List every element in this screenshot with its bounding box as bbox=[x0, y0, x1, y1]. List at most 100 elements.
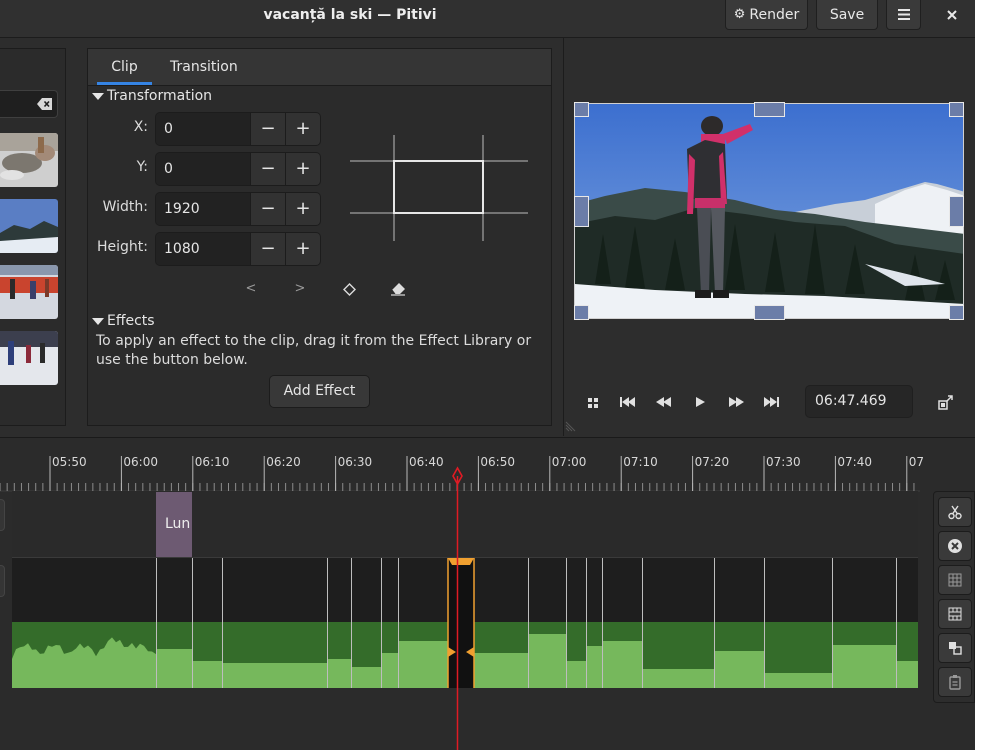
x-increment-button[interactable]: + bbox=[285, 113, 320, 145]
edge-handle[interactable] bbox=[754, 305, 785, 320]
clip-tabs: Clip Transition bbox=[88, 49, 551, 86]
ruler-tick-label: 07 bbox=[908, 455, 925, 469]
height-input[interactable]: 1080 bbox=[156, 233, 250, 265]
close-window-button[interactable] bbox=[936, 0, 968, 30]
paste-button[interactable] bbox=[938, 667, 972, 697]
paste-icon bbox=[949, 675, 961, 690]
window-title: vacanță la ski — Pitivi bbox=[263, 7, 437, 23]
edge-handle[interactable] bbox=[754, 102, 785, 117]
playhead[interactable] bbox=[449, 466, 466, 750]
clear-search-icon[interactable] bbox=[37, 97, 53, 111]
media-thumbnail[interactable] bbox=[0, 133, 58, 187]
layer-controls[interactable] bbox=[0, 499, 5, 531]
clip-properties-panel: Clip Transition Transformation X: 0 − + … bbox=[87, 48, 552, 426]
rewind-icon[interactable] bbox=[654, 393, 674, 411]
corner-handle[interactable] bbox=[949, 102, 964, 117]
transformation-heading: Transformation bbox=[107, 88, 213, 104]
group-button[interactable] bbox=[938, 599, 972, 629]
corner-handle[interactable] bbox=[574, 305, 589, 320]
audio-waveform bbox=[156, 649, 192, 688]
scissors-icon bbox=[948, 505, 962, 520]
fast-forward-icon[interactable] bbox=[726, 393, 746, 411]
edge-handle[interactable] bbox=[949, 196, 964, 227]
render-label: Render bbox=[749, 6, 800, 23]
title-clip-label: Lun bbox=[165, 516, 191, 532]
y-increment-button[interactable]: + bbox=[285, 153, 320, 185]
ruler-tick-label: 06:50 bbox=[480, 455, 515, 469]
ungroup-icon bbox=[948, 573, 962, 587]
x-decrement-button[interactable]: − bbox=[250, 113, 285, 145]
ruler-tick-label: 06:30 bbox=[337, 455, 373, 469]
height-increment-button[interactable]: + bbox=[285, 233, 320, 265]
grid-icon[interactable] bbox=[583, 393, 603, 411]
media-thumbnail[interactable] bbox=[0, 265, 58, 319]
width-increment-button[interactable]: + bbox=[285, 193, 320, 225]
align-button[interactable] bbox=[938, 633, 972, 663]
height-decrement-button[interactable]: − bbox=[250, 233, 285, 265]
audio-waveform bbox=[381, 653, 398, 688]
keyframe-diamond-icon[interactable] bbox=[343, 283, 356, 296]
y-input[interactable]: 0 bbox=[156, 153, 250, 185]
ruler-tick-label: 06:10 bbox=[194, 455, 230, 469]
reset-eraser-icon[interactable] bbox=[389, 281, 407, 296]
media-thumbnail[interactable] bbox=[0, 199, 58, 253]
delete-button[interactable] bbox=[938, 531, 972, 561]
y-spinbutton: 0 − + bbox=[155, 152, 321, 186]
header-bar: vacanță la ski — Pitivi ⚙ Render Save bbox=[0, 0, 975, 38]
width-decrement-button[interactable]: − bbox=[250, 193, 285, 225]
skip-start-icon[interactable] bbox=[618, 393, 638, 411]
corner-handle[interactable] bbox=[949, 305, 964, 320]
prev-keyframe-button[interactable]: < bbox=[241, 279, 261, 299]
corner-handle[interactable] bbox=[574, 102, 589, 117]
skip-end-icon[interactable] bbox=[762, 393, 782, 411]
audio-waveform bbox=[642, 669, 714, 688]
save-label: Save bbox=[829, 6, 865, 23]
save-button[interactable]: Save bbox=[816, 0, 878, 30]
transformation-preview[interactable] bbox=[350, 135, 528, 241]
transformation-expander[interactable]: Transformation bbox=[92, 88, 212, 104]
gear-icon: ⚙ bbox=[733, 7, 746, 22]
tab-transition[interactable]: Transition bbox=[160, 49, 248, 85]
resize-grip-icon[interactable] bbox=[564, 419, 578, 433]
width-label: Width: bbox=[102, 199, 148, 215]
delete-icon bbox=[948, 539, 962, 553]
play-icon[interactable] bbox=[690, 393, 710, 411]
add-effect-button[interactable]: Add Effect bbox=[269, 375, 370, 408]
audio-waveform bbox=[832, 645, 896, 688]
height-spinbutton: 1080 − + bbox=[155, 232, 321, 266]
render-button[interactable]: ⚙ Render bbox=[725, 0, 808, 30]
align-icon bbox=[949, 642, 962, 655]
width-input[interactable]: 1920 bbox=[156, 193, 250, 225]
ruler-tick-label: 06:20 bbox=[266, 455, 301, 469]
ruler-tick-label: 07:10 bbox=[623, 455, 658, 469]
ruler-tick-label: 05:50 bbox=[52, 455, 87, 469]
media-search-input[interactable] bbox=[0, 90, 58, 118]
layer-controls[interactable] bbox=[0, 565, 5, 597]
tab-clip[interactable]: Clip bbox=[97, 49, 152, 85]
audio-waveform bbox=[714, 651, 764, 688]
audio-waveform bbox=[398, 641, 448, 688]
ruler-tick-label: 07:30 bbox=[766, 455, 801, 469]
audio-waveform bbox=[351, 667, 381, 688]
group-icon bbox=[948, 607, 962, 621]
next-keyframe-button[interactable]: > bbox=[290, 279, 310, 299]
undock-icon[interactable] bbox=[937, 393, 955, 411]
title-clip[interactable]: Lun bbox=[156, 492, 192, 557]
main-menu-button[interactable] bbox=[886, 0, 921, 30]
edge-handle[interactable] bbox=[574, 196, 589, 227]
split-button[interactable] bbox=[938, 497, 972, 527]
audio-waveform bbox=[764, 673, 832, 688]
ungroup-button[interactable] bbox=[938, 565, 972, 595]
close-icon bbox=[947, 10, 957, 20]
timecode-field[interactable]: 06:47.469 bbox=[805, 385, 913, 418]
x-label: X: bbox=[133, 119, 148, 135]
ruler-tick-label: 06:40 bbox=[409, 455, 444, 469]
video-preview[interactable] bbox=[574, 103, 964, 319]
y-decrement-button[interactable]: − bbox=[250, 153, 285, 185]
x-spinbutton: 0 − + bbox=[155, 112, 321, 146]
timeline-toolbar bbox=[933, 491, 975, 703]
x-input[interactable]: 0 bbox=[156, 113, 250, 145]
media-thumbnail[interactable] bbox=[0, 331, 58, 385]
audio-waveform bbox=[327, 659, 351, 688]
effects-expander[interactable]: Effects bbox=[92, 313, 155, 329]
